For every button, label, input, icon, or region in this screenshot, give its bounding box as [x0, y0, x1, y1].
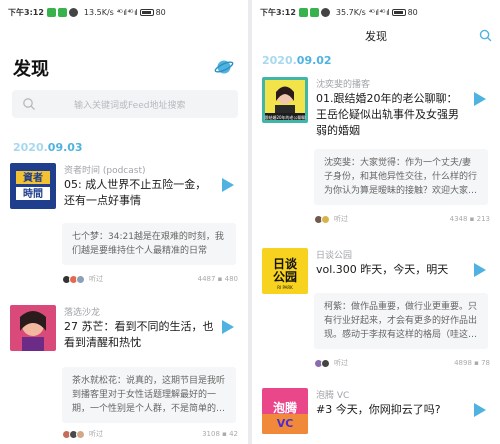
wechat-icon: [46, 7, 56, 17]
message-icon: [309, 7, 319, 17]
episode-title[interactable]: vol.300 昨天，今天，明天: [316, 262, 466, 278]
app-icon: [320, 7, 330, 17]
heard-label: 听过: [334, 359, 348, 367]
cover-text: 資者: [23, 171, 43, 184]
episode-meta: 听过 3108 ▪ 42: [62, 428, 238, 440]
avatar: [321, 358, 330, 368]
date-month-day: 09.03: [47, 141, 83, 154]
episode-card[interactable]: 跟结婚20年的老公聊聊 沈奕斐的播客 01.跟结婚20年的老公聊聊：王岳伦疑似出…: [262, 77, 490, 227]
episode-title[interactable]: 01.跟结婚20年的老公聊聊：王岳伦疑似出轨事件及女强男弱的婚姻: [316, 91, 466, 139]
battery-icon: [391, 8, 406, 16]
status-time: 下午3:12: [260, 7, 296, 17]
avatar: [76, 429, 85, 439]
page-title: 发现: [365, 30, 387, 43]
status-bar: 下午3:12 35.7K/s ⁴ᴳ ıl ⁴ᴳ ıl 80: [252, 0, 500, 24]
episode-title[interactable]: #3 今天，你网抑云了吗?: [316, 402, 466, 418]
cover-text: 公园: [273, 270, 297, 284]
signal-icon: ⁴ᴳ ıl ⁴ᴳ ıl: [116, 7, 138, 17]
search-icon[interactable]: [479, 29, 492, 42]
search-input[interactable]: 输入关键词或Feed地址搜索: [12, 90, 238, 118]
episode-title[interactable]: 27 苏芒：看到不同的生活，也看到清醒和热忱: [64, 319, 214, 351]
comment-box[interactable]: 七个梦：34:21越是在艰难的时刻，我们越是要维持住个人最精准的日常: [62, 223, 236, 265]
heard-label: 听过: [334, 215, 348, 223]
date-header: 2020.09.02: [262, 54, 332, 67]
wechat-icon: [298, 7, 308, 17]
comment-box[interactable]: 茶水就松花：说真的，这期节目是我听到播客里对于女性话题理解最好的一期，一个性别是…: [62, 367, 236, 423]
cover-text: 泡腾: [273, 400, 298, 415]
status-time: 下午3:12: [8, 7, 44, 17]
left-screen: 下午3:12 13.5K/s ⁴ᴳ ıl ⁴ᴳ ıl 80 发现 输入关键词或F…: [0, 0, 248, 444]
avatar: [321, 214, 330, 224]
cover-text: 日谈: [273, 256, 298, 271]
podcast-cover[interactable]: 日谈 公园 RI PARK: [262, 248, 308, 294]
episode-card[interactable]: 落选沙龙 27 苏芒：看到不同的生活，也看到清醒和热忱 茶水就松花：说真的，这期…: [10, 305, 238, 444]
play-stats: 4898 ▪ 78: [454, 359, 490, 367]
heard-label: 听过: [89, 430, 103, 438]
play-icon[interactable]: [471, 262, 487, 278]
podcast-cover[interactable]: 跟结婚20年的老公聊聊: [262, 77, 308, 123]
play-icon[interactable]: [471, 402, 487, 418]
podcast-source[interactable]: 日谈公园: [316, 248, 352, 261]
date-header: 2020.09.03: [13, 141, 83, 154]
message-icon: [57, 7, 67, 17]
podcast-source[interactable]: 资者时间 (podcast): [64, 163, 146, 176]
cover-text: VC: [277, 417, 294, 430]
comment-box[interactable]: 沈奕斐：大家觉得：作为一个丈夫/妻子身份，和其他异性交往，什么样的行为你认为算是…: [314, 149, 488, 205]
episode-meta: 听过 4487 ▪ 480: [62, 273, 238, 285]
podcast-cover[interactable]: 資者 時間: [10, 163, 56, 209]
podcast-cover[interactable]: [10, 305, 56, 351]
play-icon[interactable]: [219, 319, 235, 335]
episode-title[interactable]: 05: 成人世界不止五险一金，还有一点好事情: [64, 177, 214, 209]
play-stats: 3108 ▪ 42: [202, 430, 238, 438]
date-month-day: 09.02: [296, 54, 332, 67]
play-stats: 4348 ▪ 213: [449, 215, 490, 223]
app-icon: [68, 7, 78, 17]
search-icon: [23, 98, 35, 110]
heard-label: 听过: [89, 275, 103, 283]
play-stats: 4487 ▪ 480: [197, 275, 238, 283]
net-speed: 35.7K/s: [335, 7, 366, 17]
episode-card[interactable]: 日谈 公园 RI PARK 日谈公园 vol.300 昨天，今天，明天 柯紫：做…: [262, 248, 490, 373]
avatar: [76, 274, 85, 284]
status-bar: 下午3:12 13.5K/s ⁴ᴳ ıl ⁴ᴳ ıl 80: [0, 0, 248, 24]
episode-meta: 听过 4348 ▪ 213: [314, 213, 490, 225]
play-icon[interactable]: [219, 177, 235, 193]
cover-text: 時間: [23, 187, 43, 200]
date-year: 2020.: [13, 141, 48, 154]
comment-box[interactable]: 柯紫：做作品重要，做行业更重要。只有行业好起来，才会有更多的好作品出现。感动于李…: [314, 293, 488, 349]
episode-card[interactable]: 泡腾 VC 泡腾 VC #3 今天，你网抑云了吗?: [262, 388, 490, 444]
podcast-cover[interactable]: 泡腾 VC: [262, 388, 308, 434]
battery-level: 80: [155, 7, 166, 17]
podcast-source[interactable]: 沈奕斐的播客: [316, 77, 370, 90]
play-icon[interactable]: [471, 91, 487, 107]
battery-level: 80: [407, 7, 418, 17]
signal-icon: ⁴ᴳ ıl ⁴ᴳ ıl: [368, 7, 390, 17]
battery-icon: [139, 8, 154, 16]
podcast-source[interactable]: 落选沙龙: [64, 305, 100, 318]
net-speed: 13.5K/s: [83, 7, 114, 17]
cover-text: RI PARK: [277, 285, 293, 290]
cover-text: 跟结婚20年的老公聊聊: [264, 114, 305, 120]
right-screen: 下午3:12 35.7K/s ⁴ᴳ ıl ⁴ᴳ ıl 80 发现 2020.09…: [252, 0, 500, 444]
date-year: 2020.: [262, 54, 297, 67]
planet-icon[interactable]: [214, 57, 234, 77]
page-title: 发现: [13, 59, 49, 80]
episode-meta: 听过 4898 ▪ 78: [314, 357, 490, 369]
search-placeholder: 输入关键词或Feed地址搜索: [74, 100, 186, 111]
podcast-source[interactable]: 泡腾 VC: [316, 388, 349, 401]
episode-card[interactable]: 資者 時間 资者时间 (podcast) 05: 成人世界不止五险一金，还有一点…: [10, 163, 238, 293]
